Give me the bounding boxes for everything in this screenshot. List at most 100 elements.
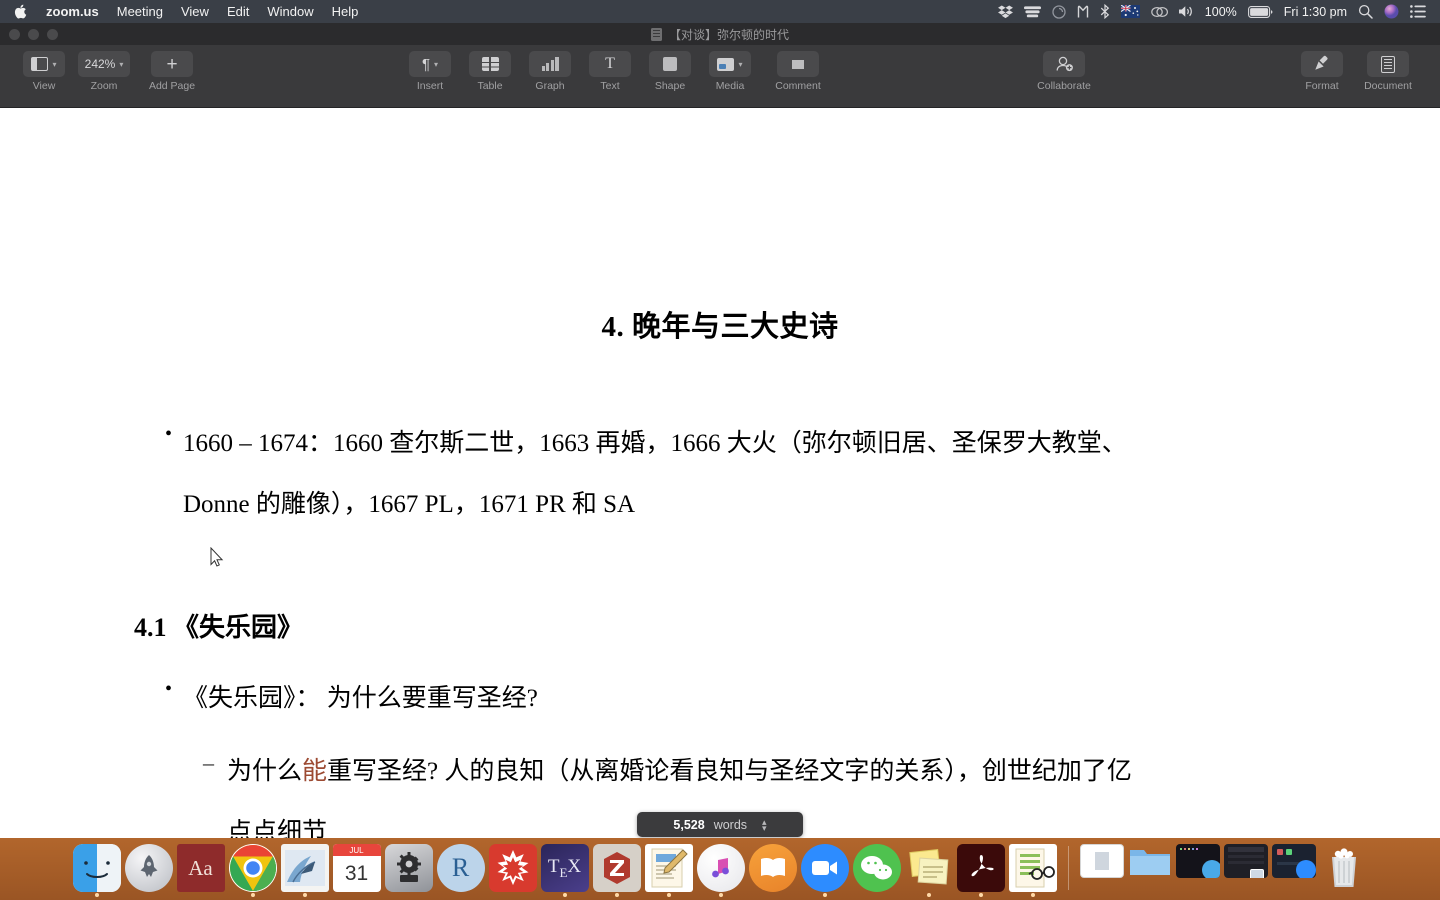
volume-icon[interactable] bbox=[1178, 5, 1194, 18]
format-button[interactable]: Format bbox=[1294, 51, 1350, 92]
dock-item-texshop[interactable]: TEX bbox=[540, 844, 589, 897]
menu-bar-status: 100% Fri 1:30 pm bbox=[997, 0, 1432, 23]
dock-item-calendar[interactable]: JUL 31 bbox=[332, 844, 381, 892]
chevron-down-icon: ▾ bbox=[434, 59, 439, 69]
dock-minimized-photos[interactable] bbox=[1223, 844, 1268, 892]
highlighted-character: 能 bbox=[302, 758, 328, 785]
document-heading: 4. 晚年与三大史诗 bbox=[601, 311, 839, 343]
dock-minimized-folder[interactable] bbox=[1128, 844, 1172, 892]
word-count-number: 5,528 bbox=[673, 817, 705, 832]
close-button[interactable] bbox=[9, 29, 20, 40]
view-label: View bbox=[32, 80, 56, 92]
dock-item-books[interactable] bbox=[748, 844, 797, 892]
add-page-button[interactable]: + Add Page bbox=[136, 51, 208, 92]
dock-item-trash[interactable] bbox=[1320, 844, 1368, 892]
dock-item-system-preferences[interactable] bbox=[384, 844, 433, 892]
comment-label: Comment bbox=[775, 80, 821, 92]
text-icon: T bbox=[605, 55, 615, 72]
media-button[interactable]: ▾ Media bbox=[702, 51, 758, 92]
dock-item-pages[interactable] bbox=[644, 844, 693, 897]
bluetooth-icon[interactable] bbox=[1100, 4, 1110, 19]
dock-item-acrobat[interactable] bbox=[956, 844, 1005, 897]
zoom-label: Zoom bbox=[90, 80, 118, 92]
dock-minimized-terminal[interactable] bbox=[1175, 844, 1220, 892]
minimize-button[interactable] bbox=[28, 29, 39, 40]
document-label: Document bbox=[1364, 80, 1412, 92]
sub-text-part-2: 重写圣经? 人的良知（从离婚论看良知与圣经文字的关系），创世纪加了亿 bbox=[327, 758, 1132, 785]
dock-item-itunes[interactable] bbox=[696, 844, 745, 897]
search-icon[interactable] bbox=[1358, 4, 1373, 19]
graph-icon bbox=[541, 57, 559, 71]
bullet-dot-icon: • bbox=[165, 678, 173, 700]
dropbox-icon[interactable] bbox=[997, 4, 1013, 19]
document-canvas[interactable]: 4. 晚年与三大史诗 • 1660 – 1674：1660 查尔斯二世，1663… bbox=[0, 131, 1440, 861]
bullet-1-line-2: Donne 的雕像），1667 PL，1671 PR 和 SA bbox=[183, 491, 636, 518]
insert-button[interactable]: ¶ ▾ Insert bbox=[402, 51, 458, 92]
bullet-dot-icon: • bbox=[165, 423, 173, 445]
dock-minimized-document[interactable] bbox=[1079, 844, 1124, 892]
window-titlebar: 【对谈】弥尔顿的时代 bbox=[0, 23, 1440, 45]
word-count-unit: words bbox=[713, 817, 748, 832]
window-title-group: 【对谈】弥尔顿的时代 bbox=[650, 26, 789, 43]
siri-icon[interactable] bbox=[1384, 4, 1399, 19]
backup-icon[interactable] bbox=[1023, 5, 1041, 18]
maximize-button[interactable] bbox=[47, 29, 58, 40]
document-button[interactable]: Document bbox=[1352, 51, 1424, 92]
shape-button[interactable]: Shape bbox=[642, 51, 698, 92]
dock-item-mail[interactable] bbox=[280, 844, 329, 897]
dock-item-chrome[interactable] bbox=[228, 844, 277, 897]
dock-item-dictionary[interactable]: Aa bbox=[176, 844, 225, 892]
running-indicator bbox=[250, 893, 255, 897]
table-icon bbox=[481, 57, 499, 71]
battery-icon[interactable] bbox=[1247, 5, 1273, 18]
word-count-stepper-icon[interactable]: ▴ ▾ bbox=[762, 817, 767, 832]
dock-minimized-zoom[interactable] bbox=[1271, 844, 1316, 892]
dock-item-zoom[interactable] bbox=[800, 844, 849, 897]
toolbar-right-group: Format Document bbox=[1294, 51, 1424, 92]
bullet-item-2: • 《失乐园》： 为什么要重写圣经? bbox=[0, 668, 1440, 729]
dock-item-preview[interactable] bbox=[1008, 844, 1057, 897]
dock-item-mathematica[interactable] bbox=[488, 844, 537, 892]
shape-label: Shape bbox=[654, 80, 686, 92]
running-indicator bbox=[666, 893, 671, 897]
window-title: 【对谈】弥尔顿的时代 bbox=[668, 27, 789, 42]
apple-menu-icon[interactable] bbox=[0, 4, 37, 19]
menu-edit[interactable]: Edit bbox=[218, 0, 258, 23]
m-app-icon[interactable] bbox=[1077, 5, 1089, 19]
view-button[interactable]: ▾ View bbox=[16, 51, 72, 92]
dock-item-stickies[interactable] bbox=[905, 844, 953, 897]
menu-app-name[interactable]: zoom.us bbox=[37, 0, 108, 23]
table-button[interactable]: Table bbox=[462, 51, 518, 92]
shape-icon bbox=[663, 57, 677, 71]
menu-clock[interactable]: Fri 1:30 pm bbox=[1284, 5, 1347, 19]
graph-button[interactable]: Graph bbox=[522, 51, 578, 92]
menu-help[interactable]: Help bbox=[323, 0, 368, 23]
dock-item-wechat[interactable] bbox=[852, 844, 901, 892]
control-center-list-icon[interactable] bbox=[1410, 5, 1426, 18]
dock-item-zotero[interactable] bbox=[592, 844, 641, 897]
zoom-value: 242% bbox=[84, 57, 116, 71]
bullet-1-line-1: 1660 – 1674：1660 查尔斯二世，1663 再婚，1666 大火（弥… bbox=[183, 430, 1127, 457]
dock-item-rstudio[interactable]: R bbox=[436, 844, 485, 892]
sync-icon[interactable] bbox=[1052, 4, 1066, 19]
document-page[interactable]: 4. 晚年与三大史诗 • 1660 – 1674：1660 查尔斯二世，1663… bbox=[0, 131, 1440, 861]
text-button[interactable]: T Text bbox=[582, 51, 638, 92]
pilcrow-icon: ¶ bbox=[421, 55, 431, 73]
menu-view[interactable]: View bbox=[172, 0, 218, 23]
running-indicator bbox=[562, 893, 567, 897]
dock-item-launchpad[interactable] bbox=[124, 844, 173, 892]
word-count-badge[interactable]: 5,528 words ▴ ▾ bbox=[637, 812, 803, 837]
format-label: Format bbox=[1305, 80, 1339, 92]
vpn-icon[interactable] bbox=[1150, 6, 1168, 18]
australia-flag-icon[interactable] bbox=[1120, 5, 1140, 18]
collaborate-button[interactable]: Collaborate bbox=[1028, 51, 1100, 92]
pages-toolbar: ▾ View 242%▾ Zoom + Add Page ¶▾ Insert bbox=[0, 45, 1440, 108]
zoom-button[interactable]: 242% ▾ Zoom bbox=[76, 51, 132, 92]
dock: Aa JUL 31 R TEX bbox=[0, 838, 1440, 900]
dock-item-finder[interactable] bbox=[72, 844, 121, 897]
collaborate-label: Collaborate bbox=[1037, 80, 1091, 92]
comment-button[interactable]: Comment bbox=[762, 51, 834, 92]
menu-meeting[interactable]: Meeting bbox=[108, 0, 172, 23]
menu-window[interactable]: Window bbox=[258, 0, 322, 23]
insert-label: Insert bbox=[416, 80, 444, 92]
